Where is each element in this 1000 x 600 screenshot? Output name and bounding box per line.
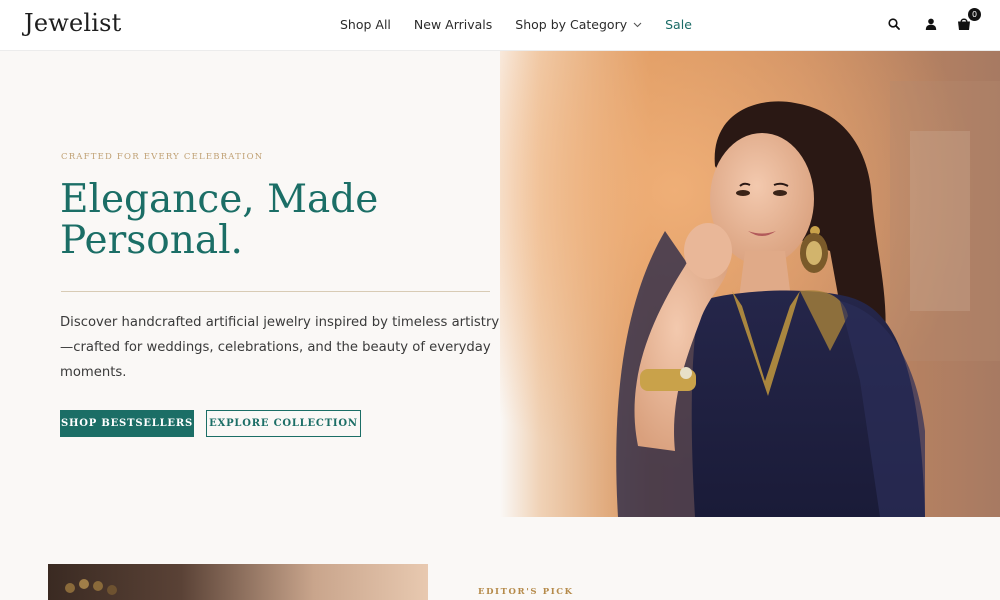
editors-pick-eyebrow: EDITOR'S PICK: [478, 587, 574, 597]
hero-eyebrow: CRAFTED FOR EVERY CELEBRATION: [61, 152, 264, 162]
cart-count-badge: 0: [968, 8, 981, 21]
chevron-down-icon: [633, 22, 642, 27]
main-nav: Shop All New Arrivals Shop by Category S…: [340, 17, 692, 32]
nav-new-arrivals[interactable]: New Arrivals: [414, 17, 492, 32]
nav-shop-all[interactable]: Shop All: [340, 17, 391, 32]
hero-headline: Elegance, Made Personal.: [60, 177, 379, 263]
explore-collection-button[interactable]: EXPLORE COLLECTION: [206, 410, 361, 437]
nav-shop-by-category[interactable]: Shop by Category: [515, 17, 642, 32]
nav-shop-by-category-label: Shop by Category: [515, 17, 628, 32]
user-icon[interactable]: [925, 18, 937, 30]
site-header: Jewelist Shop All New Arrivals Shop by C…: [0, 0, 1000, 51]
featured-image-detail: [65, 579, 117, 595]
cart-icon[interactable]: [957, 17, 971, 31]
hero-description: Discover handcrafted artificial jewelry …: [60, 315, 500, 380]
shop-bestsellers-button[interactable]: SHOP BESTSELLERS: [60, 410, 194, 437]
hero-divider: [61, 291, 490, 292]
hero-model-image: [500, 51, 1000, 517]
hero-section: CRAFTED FOR EVERY CELEBRATION Elegance, …: [0, 51, 1000, 517]
search-icon[interactable]: [888, 18, 900, 30]
nav-sale[interactable]: Sale: [665, 17, 692, 32]
site-logo[interactable]: Jewelist: [24, 9, 121, 37]
featured-image: [48, 564, 428, 600]
